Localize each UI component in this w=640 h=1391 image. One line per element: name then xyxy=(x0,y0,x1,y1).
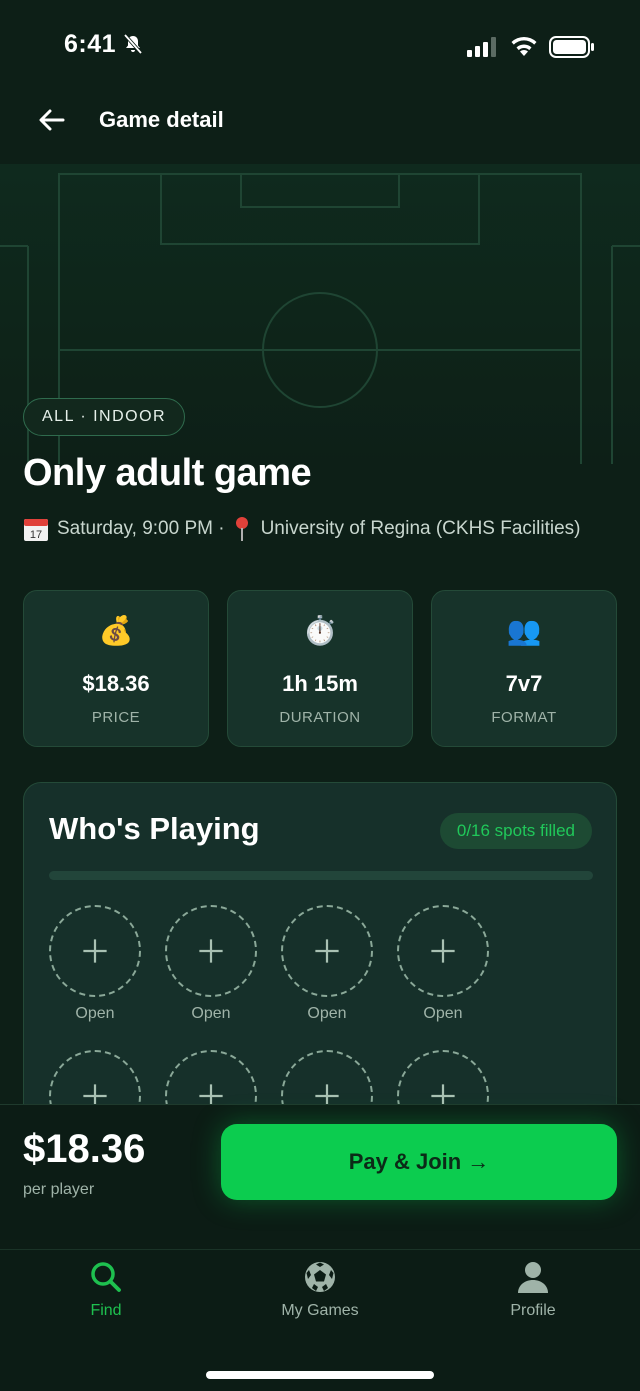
checkout-bar: $18.36 per player Pay & Join → xyxy=(0,1104,640,1249)
bottom-tab-bar: Find My Games Profile xyxy=(0,1249,640,1391)
tab-find-label: Find xyxy=(90,1302,122,1319)
money-bag-icon: 💰 xyxy=(98,615,134,646)
duration-card: ⏱️ 1h 15m DURATION xyxy=(227,590,413,747)
people-icon: 👥 xyxy=(506,615,542,646)
duration-label: DURATION xyxy=(279,709,361,726)
tab-my-games-label: My Games xyxy=(281,1302,359,1319)
person-icon xyxy=(518,1262,548,1293)
open-slot[interactable] xyxy=(49,905,141,997)
slot-label: Open xyxy=(307,1005,347,1022)
tab-my-games[interactable]: My Games xyxy=(250,1260,390,1320)
per-player-label: per player xyxy=(23,1181,95,1198)
open-slot[interactable] xyxy=(165,905,257,997)
search-icon xyxy=(91,1262,121,1292)
plus-icon xyxy=(431,939,455,963)
tab-find[interactable]: Find xyxy=(36,1260,176,1320)
status-bar: 6:41 xyxy=(0,0,640,90)
slot-label: Open xyxy=(191,1005,231,1022)
game-datetime: Saturday, 9:00 PM · xyxy=(57,518,225,539)
top-app-bar: Game detail xyxy=(0,90,640,164)
format-card: 👥 7v7 FORMAT xyxy=(431,590,617,747)
format-value: 7v7 xyxy=(505,671,543,696)
game-location: University of Regina (CKHS Facilities) xyxy=(260,518,581,539)
svg-text:17: 17 xyxy=(30,529,42,541)
home-indicator xyxy=(206,1371,434,1379)
battery-icon xyxy=(549,36,594,58)
location-pin-icon xyxy=(235,517,248,541)
plus-icon xyxy=(83,939,107,963)
wifi-icon xyxy=(511,36,537,56)
spots-progress-bar xyxy=(49,871,593,880)
plus-icon xyxy=(315,939,339,963)
spots-filled-badge: 0/16 spots filled xyxy=(439,813,592,849)
format-label: FORMAT xyxy=(491,709,557,726)
soccer-ball-icon xyxy=(305,1262,335,1292)
back-arrow-icon[interactable] xyxy=(36,104,68,136)
status-time: 6:41 xyxy=(64,30,117,58)
calendar-icon: 17 xyxy=(24,519,48,541)
cellular-signal-icon xyxy=(467,37,496,57)
page-title: Game detail xyxy=(99,107,224,132)
price-label: PRICE xyxy=(91,709,141,726)
price-card: 💰 $18.36 PRICE xyxy=(23,590,209,747)
tab-profile-label: Profile xyxy=(510,1302,556,1319)
price-value: $18.36 xyxy=(82,671,150,696)
duration-value: 1h 15m xyxy=(282,671,358,696)
pay-and-join-button[interactable]: Pay & Join → xyxy=(221,1124,617,1200)
game-meta: 17 Saturday, 9:00 PM · University of Reg… xyxy=(23,514,580,544)
game-title: Only adult game xyxy=(23,452,312,494)
stopwatch-icon: ⏱️ xyxy=(302,615,338,646)
open-slot[interactable] xyxy=(281,905,373,997)
whos-playing-title: Who's Playing xyxy=(49,811,260,846)
slot-label: Open xyxy=(423,1005,463,1022)
total-price: $18.36 xyxy=(23,1127,146,1171)
tab-profile[interactable]: Profile xyxy=(463,1260,603,1320)
bell-muted-icon xyxy=(123,33,143,55)
game-type-chip: ALL · INDOOR xyxy=(23,398,186,436)
plus-icon xyxy=(199,939,223,963)
open-slot[interactable] xyxy=(397,905,489,997)
slot-label: Open xyxy=(75,1005,115,1022)
